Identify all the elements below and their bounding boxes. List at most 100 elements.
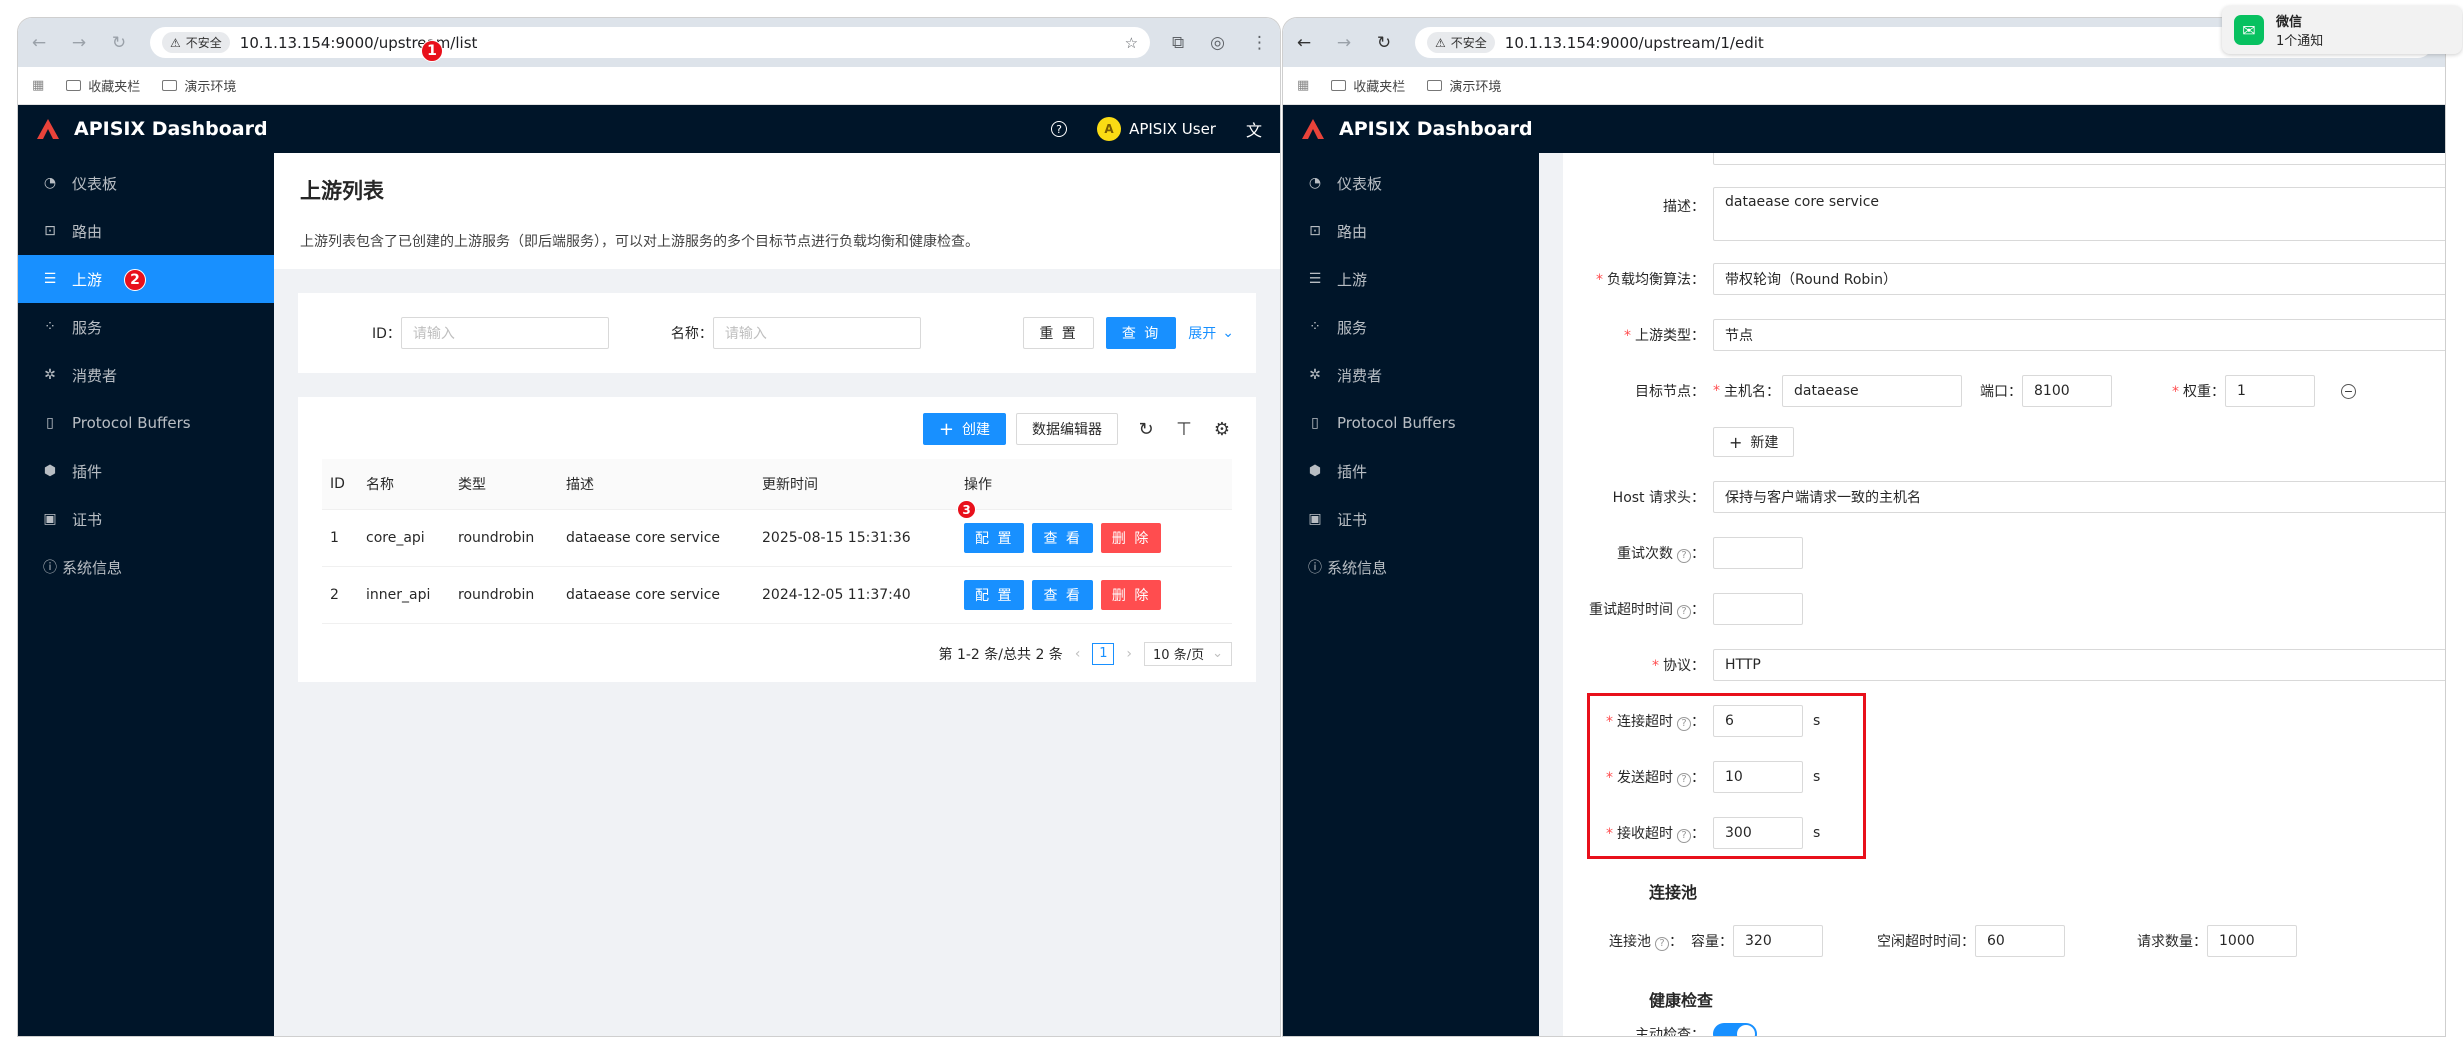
address-bar[interactable]: ⚠ 不安全 10.1.13.154:9000/upstream/list ☆ <box>150 27 1151 58</box>
back-icon[interactable]: ← <box>1295 33 1313 53</box>
reload-icon[interactable]: ↻ <box>1375 33 1393 53</box>
pagination-summary: 第 1-2 条/总共 2 条 <box>938 646 1063 663</box>
idle-timeout-input[interactable]: 60 <box>1975 925 2065 957</box>
apps-icon[interactable]: ▦ <box>1297 78 1309 93</box>
bookmark-folder[interactable]: 收藏夹栏 <box>1331 76 1405 95</box>
sidebar-item-route[interactable]: ⊡ 路由 <box>1283 207 1539 255</box>
upstream-type-select[interactable]: 节点 <box>1713 319 2445 351</box>
upstream-icon: ☰ <box>1308 271 1322 287</box>
page-size-select[interactable]: 10 条/页 ⌄ <box>1144 641 1232 666</box>
app-header: APISIX Dashboard ? A APISIX User 文 <box>18 105 1280 153</box>
config-button[interactable]: 配 置 <box>964 579 1025 610</box>
folder-icon <box>1427 80 1443 91</box>
retries-input[interactable] <box>1713 537 1803 569</box>
requests-input[interactable]: 1000 <box>2207 925 2297 957</box>
expand-link[interactable]: 展开 ⌄ <box>1188 323 1234 343</box>
bookmarks-bar: ▦ 收藏夹栏 演示环境 <box>18 67 1280 105</box>
sidebar-item-protocol-buffers[interactable]: ▯ Protocol Buffers <box>18 399 274 447</box>
sidebar-item-consumer[interactable]: ✲ 消费者 <box>1283 351 1539 399</box>
remove-node-icon[interactable]: − <box>2341 383 2356 399</box>
pass-host-select[interactable]: 保持与客户端请求一致的主机名 <box>1713 481 2445 513</box>
bookmark-folder[interactable]: 收藏夹栏 <box>66 76 140 95</box>
pool-size-input[interactable]: 320 <box>1733 925 1823 957</box>
sidebar-item-protocol-buffers[interactable]: ▯ Protocol Buffers <box>1283 399 1539 447</box>
retry-timeout-input[interactable] <box>1713 593 1803 625</box>
column-header: 名称 <box>358 459 450 510</box>
sidebar-item-system-info[interactable]: ⓘ 系统信息 <box>1283 543 1539 591</box>
language-icon[interactable]: 文 <box>1246 117 1262 141</box>
star-icon[interactable]: ☆ <box>1125 34 1138 52</box>
add-node-button[interactable]: + 新建 <box>1713 427 1795 457</box>
sidebar-item-dashboard[interactable]: ◔ 仪表板 <box>1283 159 1539 207</box>
forward-icon[interactable]: → <box>70 33 88 53</box>
info-icon: ⓘ <box>1308 560 1322 576</box>
sidebar-item-dashboard[interactable]: ◔ 仪表板 <box>18 159 274 207</box>
sidebar-item-upstream[interactable]: ☰ 上游 <box>18 255 274 303</box>
bookmark-folder[interactable]: 演示环境 <box>1427 76 1501 95</box>
node-weight-input[interactable]: 1 <box>2225 375 2315 407</box>
config-button[interactable]: 配 置 <box>964 522 1025 553</box>
question-icon[interactable]: ? <box>1655 937 1669 951</box>
file-icon: ▯ <box>1311 415 1319 431</box>
column-height-icon[interactable]: ⊤ <box>1174 419 1194 440</box>
data-editor-button[interactable]: 数据编辑器 <box>1016 413 1118 445</box>
app-logo[interactable]: APISIX Dashboard <box>1301 118 1533 140</box>
view-button[interactable]: 查 看 <box>1032 579 1093 610</box>
question-icon[interactable]: ? <box>1677 549 1691 563</box>
reload-icon[interactable]: ↻ <box>1136 419 1156 440</box>
page-header: 上游列表 上游列表包含了已创建的上游服务（即后端服务），可以对上游服务的多个目标… <box>274 153 1280 269</box>
page-description: 上游列表包含了已创建的上游服务（即后端服务），可以对上游服务的多个目标节点进行负… <box>300 234 979 250</box>
reset-button[interactable]: 重 置 <box>1023 317 1094 349</box>
forward-icon[interactable]: → <box>1335 33 1353 53</box>
next-page-icon[interactable]: › <box>1126 646 1132 662</box>
bookmark-folder[interactable]: 演示环境 <box>162 76 236 95</box>
node-host-input[interactable]: dataease <box>1782 375 1962 407</box>
description-textarea[interactable]: dataease core service <box>1713 187 2445 241</box>
delete-button[interactable]: 删 除 <box>1100 522 1162 553</box>
wechat-notification[interactable]: ✉ 微信 1个通知 <box>2222 6 2462 54</box>
question-icon[interactable]: ? <box>1677 605 1691 619</box>
sidebar-item-service[interactable]: ⁘ 服务 <box>1283 303 1539 351</box>
more-icon[interactable]: ⋮ <box>1251 33 1268 53</box>
sidebar-item-service[interactable]: ⁘ 服务 <box>18 303 274 351</box>
upstream-table: ID 名称 类型 描述 更新时间 操作 1 core_api roundrobi… <box>322 459 1232 624</box>
sidebar-item-plugin[interactable]: ⬢ 插件 <box>18 447 274 495</box>
page-number[interactable]: 1 <box>1092 642 1115 665</box>
sidebar-item-route[interactable]: ⊡ 路由 <box>18 207 274 255</box>
scheme-select[interactable]: HTTP <box>1713 649 2445 681</box>
delete-button[interactable]: 删 除 <box>1100 579 1162 610</box>
sidebar-item-plugin[interactable]: ⬢ 插件 <box>1283 447 1539 495</box>
insecure-badge[interactable]: ⚠ 不安全 <box>1427 32 1495 53</box>
page-title: 上游列表 <box>300 179 384 203</box>
sidebar-item-system-info[interactable]: ⓘ 系统信息 <box>18 543 274 591</box>
reload-icon[interactable]: ↻ <box>110 33 128 53</box>
active-check-switch[interactable] <box>1713 1023 1757 1036</box>
wechat-icon: ✉ <box>2234 15 2264 45</box>
user-menu[interactable]: A APISIX User <box>1097 117 1216 141</box>
id-search-input[interactable]: 请输入 <box>400 317 609 349</box>
apps-icon[interactable]: ▦ <box>32 78 44 93</box>
view-button[interactable]: 查 看 <box>1032 522 1093 553</box>
sidebar-item-certificate[interactable]: ▣ 证书 <box>18 495 274 543</box>
profile-icon[interactable]: ◎ <box>1210 33 1225 53</box>
node-port-input[interactable]: 8100 <box>2022 375 2112 407</box>
help-icon[interactable]: ? <box>1051 121 1068 137</box>
create-button[interactable]: + 创建 <box>922 413 1006 445</box>
prev-page-icon[interactable]: ‹ <box>1075 646 1081 662</box>
upstream-icon: ☰ <box>43 271 57 287</box>
sidebar-item-upstream[interactable]: ☰ 上游 <box>1283 255 1539 303</box>
app-logo[interactable]: APISIX Dashboard <box>36 118 268 140</box>
extensions-icon[interactable]: ⧉ <box>1172 33 1184 53</box>
sidebar-item-certificate[interactable]: ▣ 证书 <box>1283 495 1539 543</box>
plus-icon: + <box>938 418 954 440</box>
back-icon[interactable]: ← <box>30 33 48 53</box>
setting-icon[interactable]: ⚙ <box>1212 419 1232 440</box>
insecure-badge[interactable]: ⚠ 不安全 <box>162 32 230 53</box>
browser-toolbar: ← → ↻ ⚠ 不安全 10.1.13.154:9000/upstream/lis… <box>18 18 1280 67</box>
sidebar-item-consumer[interactable]: ✲ 消费者 <box>18 351 274 399</box>
step-badge: 1 <box>421 40 443 62</box>
query-button[interactable]: 查 询 <box>1105 317 1177 349</box>
name-search-input[interactable]: 请输入 <box>712 317 921 349</box>
load-balancing-select[interactable]: 带权轮询（Round Robin） <box>1713 263 2445 295</box>
service-icon: ⁘ <box>44 319 56 335</box>
